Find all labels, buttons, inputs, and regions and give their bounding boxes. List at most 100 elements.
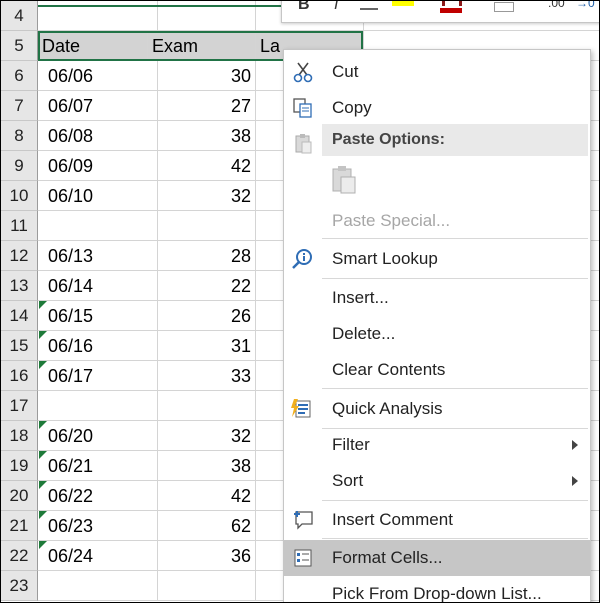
row-header[interactable]: 9 — [1, 151, 38, 181]
cell-exam[interactable]: 62 — [148, 511, 256, 541]
row-header[interactable]: 22 — [1, 541, 38, 571]
font-color-icon[interactable] — [442, 1, 462, 6]
cell-date[interactable]: 06/06 — [38, 61, 158, 91]
menu-item-clear-contents[interactable]: Clear Contents — [284, 352, 590, 388]
row-header[interactable]: 8 — [1, 121, 38, 151]
cell-exam[interactable] — [148, 391, 256, 421]
error-indicator-icon[interactable] — [39, 511, 47, 519]
mini-toolbar: B I .00 →0 — [281, 1, 599, 23]
error-indicator-icon[interactable] — [39, 541, 47, 549]
menu-item-label: Filter — [332, 435, 370, 454]
cell-date[interactable] — [38, 571, 158, 601]
row-header[interactable]: 13 — [1, 271, 38, 301]
row-header[interactable]: 11 — [1, 211, 38, 241]
row-header[interactable]: 19 — [1, 451, 38, 481]
row-header[interactable]: 7 — [1, 91, 38, 121]
cell-exam[interactable]: 32 — [148, 421, 256, 451]
bold-button[interactable]: B — [298, 1, 310, 14]
cell-value: 38 — [230, 126, 251, 146]
cell-date[interactable]: 06/13 — [38, 241, 158, 271]
cell-exam[interactable]: 32 — [148, 181, 256, 211]
cell-date[interactable]: 06/08 — [38, 121, 158, 151]
menu-item-smart-lookup[interactable]: Smart Lookup — [284, 241, 590, 277]
row-header[interactable]: 21 — [1, 511, 38, 541]
cell-exam[interactable]: 31 — [148, 331, 256, 361]
menu-item-insert-comment[interactable]: Insert Comment — [284, 502, 590, 538]
cell-exam[interactable]: 42 — [148, 151, 256, 181]
row-header[interactable]: 5 — [1, 31, 38, 61]
cell-date[interactable]: 06/21 — [38, 451, 158, 481]
error-indicator-icon[interactable] — [39, 421, 47, 429]
menu-item-paste-special[interactable]: Paste Special... — [284, 203, 590, 239]
row-header[interactable]: 6 — [1, 61, 38, 91]
cell-date[interactable]: 06/10 — [38, 181, 158, 211]
cell-value: 36 — [230, 546, 251, 566]
cell-value: 62 — [230, 516, 251, 536]
error-indicator-icon[interactable] — [39, 481, 47, 489]
cell-date[interactable]: 06/22 — [38, 481, 158, 511]
cell-value: 32 — [230, 186, 251, 206]
row-header[interactable]: 15 — [1, 331, 38, 361]
row-header[interactable]: 17 — [1, 391, 38, 421]
cell-date[interactable]: 06/16 — [38, 331, 158, 361]
cell-date[interactable] — [38, 391, 158, 421]
cell-exam[interactable]: 38 — [148, 121, 256, 151]
borders-icon[interactable] — [494, 2, 514, 12]
menu-item-label: Pick From Drop-down List... — [332, 584, 542, 603]
menu-item-sort[interactable]: Sort — [284, 463, 590, 499]
cell-date[interactable]: 06/14 — [38, 271, 158, 301]
format-cells-icon — [290, 546, 316, 570]
align-center-icon[interactable] — [360, 1, 378, 10]
cell-exam[interactable]: 22 — [148, 271, 256, 301]
error-indicator-icon[interactable] — [39, 331, 47, 339]
row-header[interactable]: 14 — [1, 301, 38, 331]
menu-item-pick-list[interactable]: Pick From Drop-down List... — [284, 576, 590, 603]
cell-date[interactable]: 06/07 — [38, 91, 158, 121]
menu-item-label: Paste Special... — [332, 211, 451, 230]
cell-exam[interactable]: 28 — [148, 241, 256, 271]
menu-item-label: Cut — [332, 62, 359, 81]
row-header[interactable]: 12 — [1, 241, 38, 271]
row-header[interactable]: 23 — [1, 571, 38, 601]
fill-color-icon[interactable] — [392, 1, 414, 6]
chevron-right-icon — [572, 440, 578, 450]
decrease-decimal-button[interactable]: .00 — [548, 1, 565, 10]
menu-item-cut[interactable]: Cut — [284, 54, 590, 90]
menu-item-insert[interactable]: Insert... — [284, 280, 590, 316]
italic-button[interactable]: I — [334, 1, 338, 14]
cell-exam[interactable]: 33 — [148, 361, 256, 391]
row-header[interactable]: 10 — [1, 181, 38, 211]
cell-date[interactable] — [38, 211, 158, 241]
menu-item-format-cells[interactable]: Format Cells... — [284, 540, 590, 576]
cell-exam[interactable]: 27 — [148, 91, 256, 121]
cell-date[interactable]: 06/24 — [38, 541, 158, 571]
paste-clipboard-icon[interactable] — [328, 162, 362, 198]
cell-date[interactable]: 06/23 — [38, 511, 158, 541]
cell-exam[interactable] — [148, 211, 256, 241]
error-indicator-icon[interactable] — [39, 451, 47, 459]
row-header[interactable]: 20 — [1, 481, 38, 511]
cell-date[interactable]: 06/09 — [38, 151, 158, 181]
increase-decimal-button[interactable]: →0 — [576, 1, 595, 10]
menu-item-delete[interactable]: Delete... — [284, 316, 590, 352]
copy-icon — [290, 96, 316, 120]
cell-date[interactable]: 06/15 — [38, 301, 158, 331]
cell-date[interactable]: 06/20 — [38, 421, 158, 451]
error-indicator-icon[interactable] — [39, 361, 47, 369]
cell-exam[interactable]: 30 — [148, 61, 256, 91]
cell-exam[interactable]: 26 — [148, 301, 256, 331]
menu-item-copy[interactable]: Copy — [284, 90, 590, 126]
menu-item-label: Delete... — [332, 324, 396, 343]
cell-date[interactable]: 06/17 — [38, 361, 158, 391]
menu-item-quick-analysis[interactable]: Quick Analysis — [284, 391, 590, 427]
cell-exam[interactable] — [148, 571, 256, 601]
menu-item-filter[interactable]: Filter — [284, 427, 590, 463]
cell-exam[interactable]: 38 — [148, 451, 256, 481]
row-header[interactable]: 16 — [1, 361, 38, 391]
error-indicator-icon[interactable] — [39, 301, 47, 309]
cell-exam[interactable]: 42 — [148, 481, 256, 511]
cell-value: 31 — [230, 336, 251, 356]
row-header[interactable]: 18 — [1, 421, 38, 451]
row-header[interactable]: 4 — [1, 1, 38, 31]
cell-exam[interactable]: 36 — [148, 541, 256, 571]
